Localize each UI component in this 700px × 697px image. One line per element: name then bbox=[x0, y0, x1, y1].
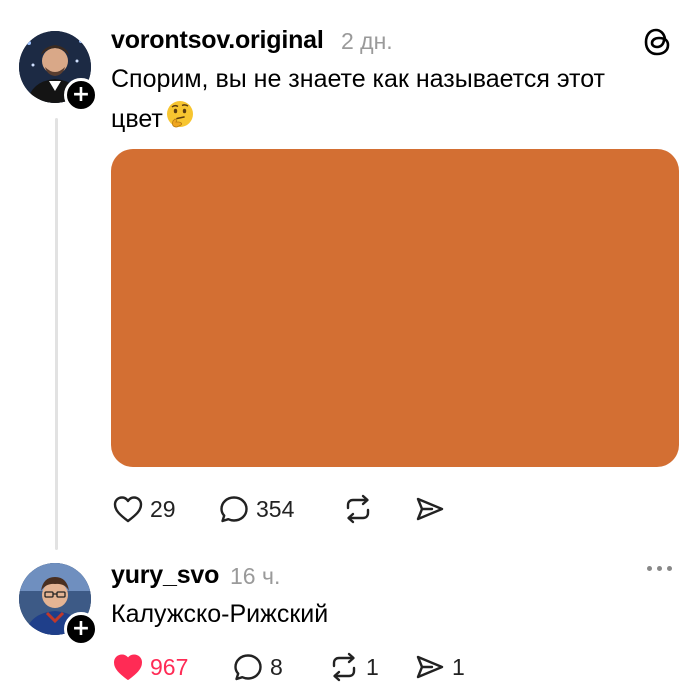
threads-logo-icon bbox=[643, 26, 673, 63]
reply-comment-count: 8 bbox=[270, 653, 283, 680]
repost-button[interactable] bbox=[342, 494, 374, 524]
send-icon bbox=[416, 497, 444, 521]
comment-bubble-icon bbox=[220, 496, 248, 523]
repost-icon bbox=[346, 494, 370, 524]
reply-share-button[interactable]: 1 bbox=[414, 652, 465, 682]
post-author-username[interactable]: vorontsov.original bbox=[111, 26, 324, 55]
color-swatch-image[interactable] bbox=[111, 149, 679, 467]
reply-comment-button[interactable]: 8 bbox=[232, 652, 283, 682]
like-button[interactable]: 29 bbox=[112, 494, 176, 524]
post-text-line-2-words: цвет bbox=[111, 105, 163, 133]
post-text-line-2: цвет bbox=[111, 99, 671, 141]
send-icon bbox=[416, 655, 444, 679]
post-timestamp: 2 дн. bbox=[341, 28, 393, 54]
comment-count: 354 bbox=[256, 495, 295, 522]
more-options-icon[interactable] bbox=[647, 566, 672, 571]
like-count: 29 bbox=[150, 495, 176, 522]
repost-icon bbox=[332, 652, 356, 682]
thread-line bbox=[55, 118, 58, 550]
post-text: Спорим, вы не знаете как называется этот… bbox=[111, 59, 671, 141]
reply-repost-button[interactable]: 1 bbox=[328, 652, 379, 682]
thinking-face-icon bbox=[165, 99, 195, 141]
heart-filled-icon bbox=[114, 654, 142, 680]
follow-plus-button[interactable]: + bbox=[64, 78, 98, 112]
reply-timestamp: 16 ч. bbox=[230, 563, 281, 589]
reply-author-username[interactable]: yury_svo bbox=[111, 561, 219, 590]
follow-plus-button[interactable]: + bbox=[64, 612, 98, 646]
reply-text: Калужско-Рижский bbox=[111, 600, 329, 628]
comment-button[interactable]: 354 bbox=[218, 494, 294, 524]
comment-bubble-icon bbox=[234, 654, 262, 681]
reply-repost-count: 1 bbox=[366, 653, 379, 680]
post-text-line-1: Спорим, вы не знаете как называется этот bbox=[111, 65, 606, 93]
reply-like-button[interactable]: 967 bbox=[112, 652, 188, 682]
share-button[interactable] bbox=[414, 494, 446, 524]
reply-like-count: 967 bbox=[150, 653, 189, 680]
reply-share-count: 1 bbox=[452, 653, 465, 680]
heart-icon bbox=[113, 496, 143, 523]
